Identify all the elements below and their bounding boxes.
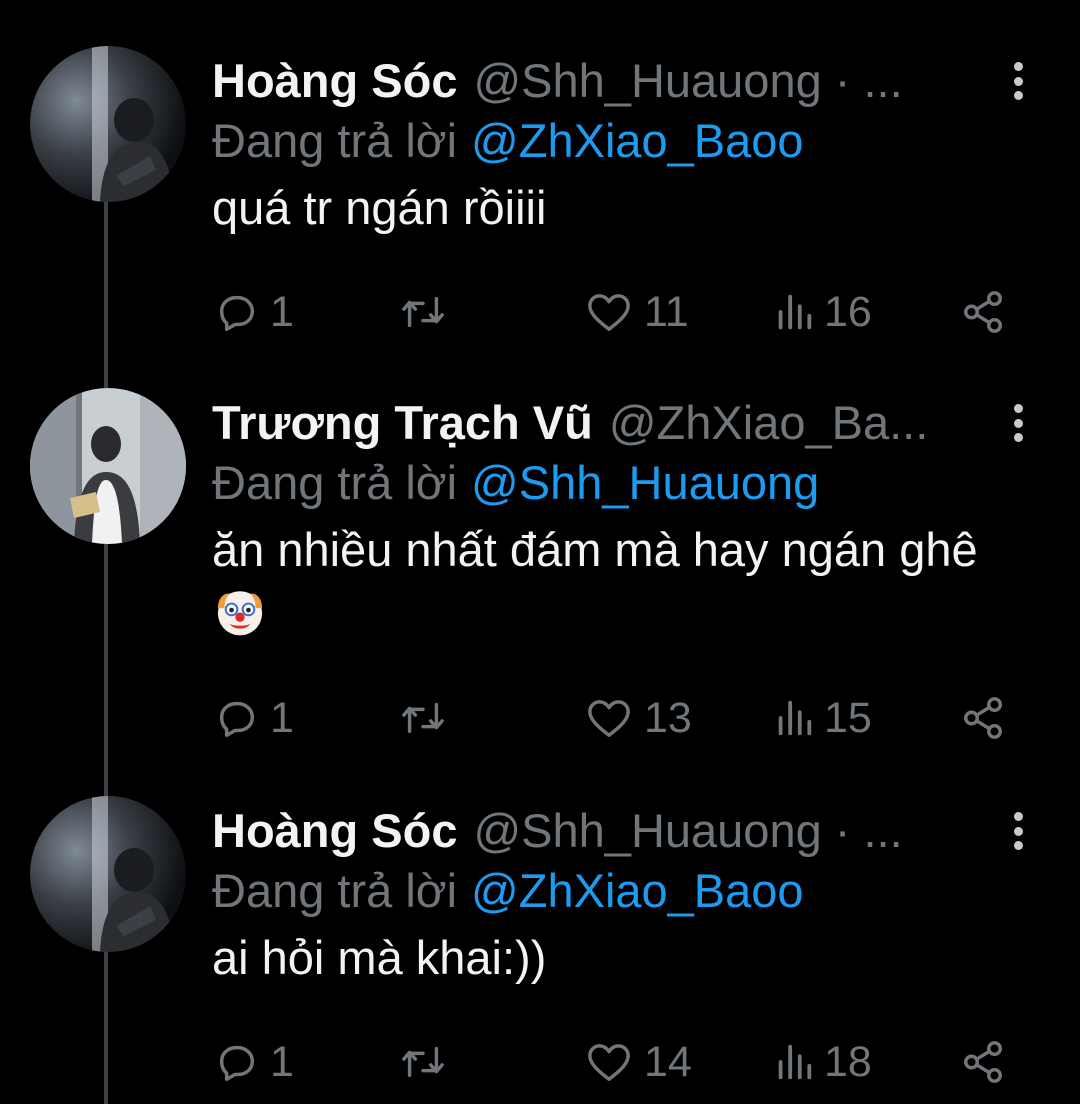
- retweet-button[interactable]: [398, 282, 458, 342]
- share-icon: [964, 291, 1002, 333]
- reply-icon: [219, 295, 255, 331]
- reply-count: 1: [270, 1037, 294, 1086]
- retweet-icon: [402, 1046, 444, 1078]
- share-icon: [964, 1041, 1002, 1083]
- reply-count: 1: [270, 287, 294, 336]
- like-count: 11: [644, 287, 689, 336]
- user-handle[interactable]: @Shh_Huauong · ...: [473, 53, 902, 108]
- tweet-text: quá tr ngán rồiiii: [212, 176, 1012, 240]
- like-icon: [588, 294, 630, 331]
- reply-prefix: Đang trả lời: [212, 113, 458, 167]
- tweet-text: ai hỏi mà khai:)): [212, 926, 1012, 990]
- reply-button[interactable]: 1: [214, 688, 294, 748]
- views-icon: [778, 294, 812, 330]
- views-icon: [778, 700, 812, 736]
- share-button[interactable]: [960, 1032, 1006, 1092]
- views-button[interactable]: 15: [774, 688, 872, 748]
- more-icon[interactable]: [998, 808, 1038, 854]
- display-name[interactable]: Trương Trạch Vũ: [212, 395, 593, 450]
- tweet[interactable]: Hoàng Sóc @Shh_Huauong · ... Đang trả lờ…: [0, 796, 1080, 1104]
- reply-mention-link[interactable]: @Shh_Huauong: [471, 455, 819, 510]
- display-name[interactable]: Hoàng Sóc: [212, 803, 457, 858]
- reply-prefix: Đang trả lời: [212, 455, 458, 509]
- reply-prefix: Đang trả lời: [212, 863, 458, 917]
- tweet-text: ăn nhiều nhất đám mà hay ngán ghê: [212, 518, 1012, 646]
- retweet-button[interactable]: [398, 1032, 458, 1092]
- tweet-text-body: ai hỏi mà khai:)): [212, 931, 547, 984]
- like-count: 13: [644, 693, 692, 742]
- tweet-text-body: quá tr ngán rồiiii: [212, 181, 547, 234]
- reply-button[interactable]: 1: [214, 1032, 294, 1092]
- share-icon: [964, 697, 1002, 739]
- reply-context: Đang trả lời @ZhXiao_Baoo: [212, 860, 804, 920]
- reply-context: Đang trả lời @Shh_Huauong: [212, 452, 819, 512]
- tweet-actions: 1 11 16: [212, 282, 1012, 342]
- tweet-header: Trương Trạch Vũ @ZhXiao_Ba...: [212, 392, 928, 452]
- avatar[interactable]: [30, 46, 186, 202]
- tweet-actions: 1 13 15: [212, 688, 1012, 748]
- share-button[interactable]: [960, 688, 1006, 748]
- clown-face-emoji: [217, 591, 263, 636]
- reply-button[interactable]: 1: [214, 282, 294, 342]
- reply-mention-link[interactable]: @ZhXiao_Baoo: [471, 113, 804, 168]
- like-icon: [588, 700, 630, 737]
- more-icon[interactable]: [998, 58, 1038, 104]
- views-count: 15: [824, 693, 872, 742]
- avatar[interactable]: [30, 796, 186, 952]
- like-count: 14: [644, 1037, 692, 1086]
- share-button[interactable]: [960, 282, 1006, 342]
- avatar-image: [30, 796, 186, 952]
- avatar-image: [30, 388, 186, 544]
- tweet-header: Hoàng Sóc @Shh_Huauong · ...: [212, 800, 903, 860]
- tweet[interactable]: Hoàng Sóc @Shh_Huauong · ... Đang trả lờ…: [0, 46, 1080, 366]
- reply-count: 1: [270, 693, 294, 742]
- retweet-icon: [402, 702, 444, 734]
- retweet-button[interactable]: [398, 688, 458, 748]
- views-count: 16: [824, 287, 872, 336]
- reply-icon: [219, 701, 255, 737]
- views-button[interactable]: 18: [774, 1032, 872, 1092]
- reply-mention-link[interactable]: @ZhXiao_Baoo: [471, 863, 804, 918]
- like-button[interactable]: 13: [584, 688, 692, 748]
- reply-icon: [219, 1045, 255, 1081]
- like-icon: [588, 1044, 630, 1081]
- retweet-icon: [402, 296, 444, 328]
- like-button[interactable]: 14: [584, 1032, 692, 1092]
- views-count: 18: [824, 1037, 872, 1086]
- tweet[interactable]: Trương Trạch Vũ @ZhXiao_Ba... Đang trả l…: [0, 388, 1080, 768]
- user-handle[interactable]: @Shh_Huauong · ...: [473, 803, 902, 858]
- reply-context: Đang trả lời @ZhXiao_Baoo: [212, 110, 804, 170]
- avatar[interactable]: [30, 388, 186, 544]
- views-button[interactable]: 16: [774, 282, 872, 342]
- tweet-actions: 1 14 18: [212, 1032, 1012, 1092]
- like-button[interactable]: 11: [584, 282, 689, 342]
- display-name[interactable]: Hoàng Sóc: [212, 53, 457, 108]
- views-icon: [778, 1044, 812, 1080]
- tweet-header: Hoàng Sóc @Shh_Huauong · ...: [212, 50, 903, 110]
- more-icon[interactable]: [998, 400, 1038, 446]
- user-handle[interactable]: @ZhXiao_Ba...: [609, 395, 928, 450]
- tweet-text-body: ăn nhiều nhất đám mà hay ngán ghê: [212, 523, 978, 576]
- avatar-image: [30, 46, 186, 202]
